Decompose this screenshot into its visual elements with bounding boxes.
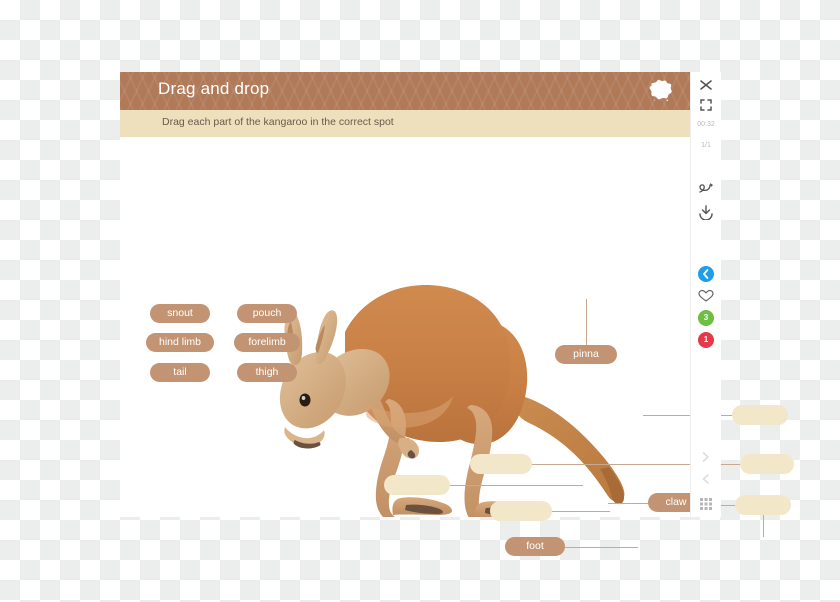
- drop-slot-right-top[interactable]: [732, 405, 788, 425]
- connector-slot-right-bottom-v: [763, 515, 764, 537]
- page-counter-text: 1/1: [701, 142, 711, 149]
- drop-slot-left-lower[interactable]: [490, 501, 552, 521]
- draggable-chip-tail[interactable]: tail: [150, 363, 210, 382]
- activity-card: Drag and drop Drag each part of the kang…: [120, 72, 794, 556]
- draggable-chip-pouch[interactable]: pouch: [237, 304, 297, 323]
- connector-foot: [564, 547, 638, 548]
- connector-slot-left-lower: [550, 511, 610, 512]
- activity-instruction-bar: Drag each part of the kangaroo in the co…: [120, 110, 690, 137]
- screenshot-stage: Drag and drop Drag each part of the kang…: [0, 0, 840, 602]
- right-toolbar: 00:32 1/1 3 1: [690, 72, 721, 517]
- badge-green-count[interactable]: 3: [698, 310, 714, 326]
- apps-grid-icon[interactable]: [691, 496, 721, 512]
- fullscreen-icon[interactable]: [691, 98, 721, 112]
- draggable-chip-snout[interactable]: snout: [150, 304, 210, 323]
- placed-label-pinna[interactable]: pinna: [555, 345, 617, 364]
- draggable-chip-forelimb[interactable]: forelimb: [234, 333, 300, 352]
- connector-pinna: [586, 299, 587, 345]
- australia-map-icon: [649, 79, 672, 101]
- close-icon[interactable]: [691, 78, 721, 92]
- page-title: Drag and drop: [158, 79, 270, 98]
- drop-slot-right-bottom[interactable]: [735, 495, 791, 515]
- timer-text: 00:32: [697, 121, 715, 128]
- drop-slot-left-upper[interactable]: [470, 454, 532, 474]
- next-page-icon[interactable]: [691, 450, 721, 464]
- drop-slot-right-middle[interactable]: [740, 454, 794, 474]
- prev-slide-button[interactable]: [698, 266, 714, 282]
- badge-red-count[interactable]: 1: [698, 332, 714, 348]
- scribble-draw-icon[interactable]: [691, 180, 721, 196]
- draggable-chip-hind-limb[interactable]: hind limb: [146, 333, 214, 352]
- drop-slot-left-middle[interactable]: [384, 475, 450, 495]
- connector-slot-left-upper: [530, 464, 588, 465]
- chevron-left-icon: [703, 269, 709, 279]
- heart-icon[interactable]: [691, 288, 721, 304]
- kangaroo-image: [279, 284, 625, 517]
- draggable-chip-thigh[interactable]: thigh: [237, 363, 297, 382]
- connector-claw: [608, 503, 650, 504]
- activity-header: Drag and drop: [120, 72, 690, 110]
- prev-page-icon[interactable]: [691, 472, 721, 486]
- connector-slot-left-middle: [448, 485, 583, 486]
- instruction-text: Drag each part of the kangaroo in the co…: [162, 116, 394, 128]
- download-icon[interactable]: [691, 204, 721, 220]
- placed-label-foot[interactable]: foot: [505, 537, 565, 556]
- activity-body: pinna claw foot snout pouch hind limb fo…: [120, 137, 794, 556]
